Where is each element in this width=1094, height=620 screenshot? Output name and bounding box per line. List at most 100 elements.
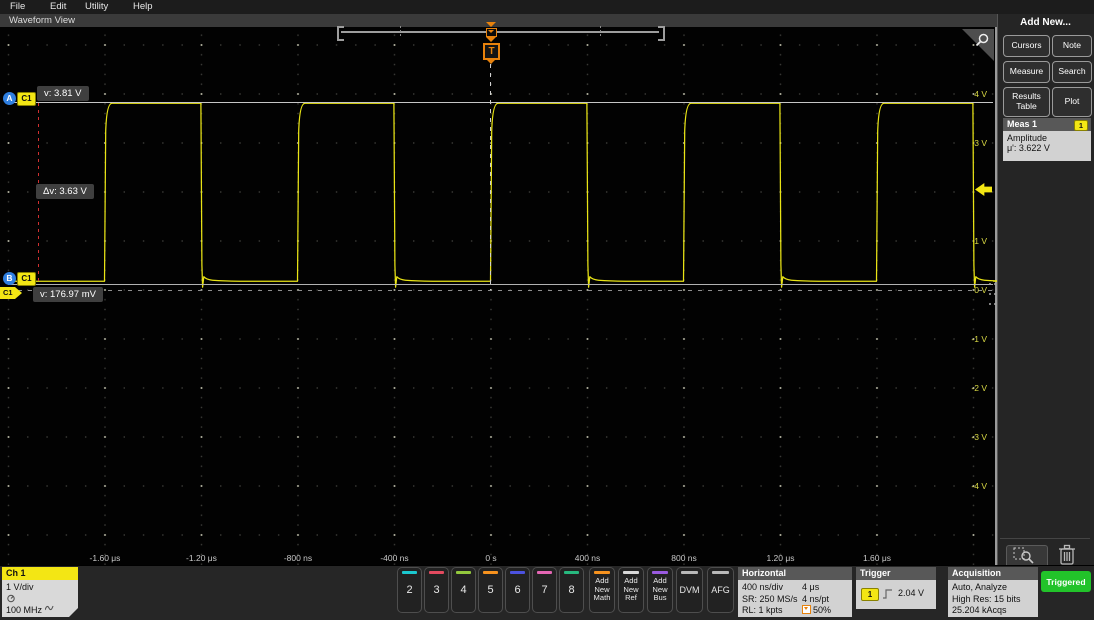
delete-button[interactable] [1057,543,1077,567]
meas1-name: Amplitude [1007,133,1091,143]
v-axis-label: -3 V [957,432,987,442]
overview-left-bracket [337,26,344,41]
measure-button[interactable]: Measure [1003,61,1050,83]
horizontal-title: Horizontal [742,568,786,578]
zoom-box-icon [1013,547,1039,564]
trigger-status-badge: Triggered [1041,571,1091,592]
t-axis-label: -1.20 μs [172,553,232,563]
trigger-position-vline [490,64,491,290]
trigger-level-value: 2.04 V [898,588,924,598]
channel-color-stripe [402,571,417,574]
expansion-point-arrow-icon [486,37,496,42]
note-button[interactable]: Note [1052,35,1092,57]
cursor-b-hline[interactable] [8,284,993,285]
cursor-delta-readout[interactable]: Δv: 3.63 V [36,184,94,199]
channel-3-button[interactable]: 3 [424,567,449,613]
meas1-source-badge: 1 [1074,120,1088,131]
trigger-title: Trigger [860,568,891,578]
afg-button[interactable]: AFG [707,567,734,613]
cursor-a-hline[interactable] [8,102,993,103]
overview-bar[interactable] [341,31,659,33]
button-label: Add New Ref [623,577,638,603]
trigger-marker-tail-icon [486,59,496,64]
trigger-position-marker[interactable]: T [483,43,500,60]
add-new-title: Add New... [997,17,1094,28]
add-new-bus-button[interactable]: Add New Bus [647,567,673,613]
acquisition-row: 25.204 kAcqs [952,605,1007,615]
expansion-point-icon [486,22,496,27]
acquisition-panel-body[interactable]: Auto, Analyze High Res: 15 bits25.204 kAc… [948,580,1038,617]
horizontal-row-c2: 4 μs [802,582,819,592]
t-axis-label: -1.60 μs [75,553,135,563]
add-new-math-button[interactable]: Add New Math [589,567,615,613]
magnifier-icon [974,32,990,48]
v-axis-label: -2 V [957,383,987,393]
coupling-icon [6,594,16,603]
channel-8-button[interactable]: 8 [559,567,584,613]
cursor-b-readout[interactable]: v: 176.97 mV [33,287,103,302]
button-color-stripe [623,571,639,574]
v-axis-label: 4 V [957,89,987,99]
t-axis-label: -800 ns [268,553,328,563]
horizontal-panel-body[interactable]: 400 ns/div 4 μs SR: 250 MS/s 4 ns/pt RL: 1 k… [738,580,852,617]
sidebar-divider [1000,538,1090,539]
meas1-header[interactable]: Meas 1 1 [1003,118,1091,131]
panel-splitter-handle[interactable] [989,283,997,305]
results-table-button[interactable]: Results Table [1003,87,1050,117]
cursor-a-badge[interactable]: A [3,92,16,105]
cursor-b-badge[interactable]: B [3,272,16,285]
trigger-panel-header[interactable]: Trigger [856,567,936,580]
channel-color-stripe [456,571,471,574]
channel1-scale: 1 V/div [6,582,34,592]
trigger-panel-body[interactable]: 1 2.04 V [856,580,936,609]
add-new-ref-button[interactable]: Add New Ref [618,567,644,613]
channel1-waveform[interactable] [0,0,1094,620]
button-color-stripe [594,571,610,574]
v-axis-label: 0 V [957,285,987,295]
trigger-source-badge: 1 [861,588,879,601]
meas1-value: μ': 3.622 V [1007,143,1091,153]
dvm-button[interactable]: DVM [676,567,703,613]
channel-color-stripe [510,571,525,574]
acquisition-row: Auto, Analyze [952,582,1007,592]
horizontal-row-c2: 4 ns/pt [802,594,829,604]
rising-edge-icon [882,588,894,600]
horizontal-row-c1: SR: 250 MS/s [742,594,798,604]
afg-label: AFG [711,585,730,595]
v-axis-label: 1 V [957,236,987,246]
acquisition-row: High Res: 15 bits [952,594,1021,604]
cursors-button[interactable]: Cursors [1003,35,1050,57]
t-axis-label: 0 s [461,553,521,563]
horizontal-row-c1: 400 ns/div [742,582,783,592]
channel-color-stripe [429,571,444,574]
overview-tick-right [600,26,601,37]
acquisition-title: Acquisition [952,568,1001,578]
channel-7-button[interactable]: 7 [532,567,557,613]
t-axis-label: 800 ns [654,553,714,563]
v-axis-label: -4 V [957,481,987,491]
channel1-badge[interactable]: Ch 1 1 V/div 100 MHz [2,567,78,617]
cursor-a-source-badge[interactable]: C1 [17,92,36,106]
v-axis-label: 3 V [957,138,987,148]
t-axis-label: -400 ns [365,553,425,563]
expansion-point-icon [802,605,811,614]
horizontal-panel-header[interactable]: Horizontal [738,567,852,580]
channel-6-button[interactable]: 6 [505,567,530,613]
meas1-body[interactable]: Amplitude μ': 3.622 V [1003,131,1091,161]
channel-color-stripe [537,571,552,574]
plot-button[interactable]: Plot [1052,87,1092,117]
channel1-name: Ch 1 [2,567,78,580]
cursor-a-readout[interactable]: v: 3.81 V [37,86,89,101]
horizontal-row-c1: RL: 1 kpts [742,605,783,615]
expansion-point-box-icon [486,28,497,37]
dvm-label: DVM [680,585,700,595]
cursor-b-source-badge[interactable]: C1 [17,272,36,286]
search-button[interactable]: Search [1052,61,1092,83]
button-label: Add New Bus [652,577,667,603]
channel-4-button[interactable]: 4 [451,567,476,613]
channel-2-button[interactable]: 2 [397,567,422,613]
acquisition-panel-header[interactable]: Acquisition [948,567,1038,580]
overview-tick-left [400,26,401,37]
channel-5-button[interactable]: 5 [478,567,503,613]
button-label: Add New Math [594,577,611,603]
